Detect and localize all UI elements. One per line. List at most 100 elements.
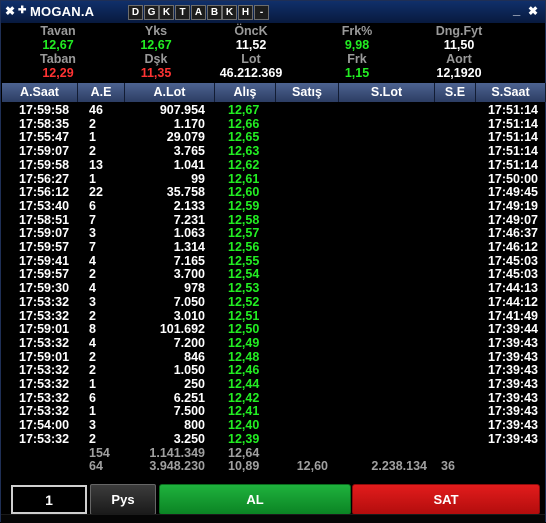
table-cell: 7.231	[173, 212, 205, 227]
window-close-icon[interactable]: ✖	[528, 4, 538, 18]
stat-value: 9,98	[344, 38, 370, 52]
stat-value: 12,67	[42, 38, 74, 52]
table-cell: 12,58	[228, 212, 260, 227]
close-icon[interactable]: ✖	[5, 4, 15, 18]
table-cell: 17:39:43	[487, 390, 538, 405]
table-cell: 17:56:12	[19, 185, 70, 200]
title-button-g-1[interactable]: G	[144, 5, 159, 20]
table-cell: 12,40	[228, 418, 260, 433]
table-cell: 3	[89, 294, 96, 309]
stat-label: Aort	[446, 52, 472, 66]
pin-icon[interactable]: ✚	[18, 4, 26, 18]
table-row[interactable]: 17:59:57 7 1.314 12,56 17:46:12	[1, 240, 545, 254]
table-cell: 17:39:44	[487, 322, 538, 337]
table-row[interactable]: 17:59:01 2 846 12,48 17:39:43	[1, 350, 545, 364]
title-button-t-3[interactable]: T	[175, 5, 190, 20]
table-cell: 17:51:14	[487, 130, 538, 145]
table-row[interactable]: 17:59:01 8 101.692 12,50 17:39:44	[1, 322, 545, 336]
column-header-7[interactable]: S.Saat	[476, 83, 546, 102]
table-cell: 17:54:00	[19, 418, 70, 433]
title-button-k-2[interactable]: K	[159, 5, 174, 20]
table-cell: 7	[89, 240, 96, 254]
table-cell: 154	[89, 445, 110, 460]
table-row[interactable]: 17:56:12 22 35.758 12,60 17:49:45	[1, 185, 545, 199]
table-row[interactable]: 17:59:07 2 3.765 12,63 17:51:14	[1, 144, 545, 158]
column-header-1[interactable]: A.E	[78, 83, 125, 102]
title-button-h-7[interactable]: H	[238, 5, 253, 20]
table-cell: 17:45:03	[487, 253, 538, 268]
table-row[interactable]: 17:54:00 3 800 12,40 17:39:43	[1, 418, 545, 432]
table-cell: 36	[441, 459, 455, 474]
table-cell: 17:59:30	[19, 281, 70, 296]
table-row[interactable]: 17:53:40 6 2.133 12,59 17:49:19	[1, 199, 545, 213]
summary-row[interactable]: 154 1.141.349 12,64	[1, 446, 545, 460]
table-row[interactable]: 17:59:07 3 1.063 12,57 17:46:37	[1, 226, 545, 240]
table-cell: 12,53	[228, 281, 260, 296]
table-cell: 17:53:32	[19, 308, 70, 323]
column-header-0[interactable]: A.Saat	[2, 83, 78, 102]
table-cell: 2.133	[173, 198, 205, 213]
column-header-3[interactable]: Alış	[215, 83, 276, 102]
table-row[interactable]: 17:55:47 1 29.079 12,65 17:51:14	[1, 130, 545, 144]
symbol-title: MOGAN.A	[30, 4, 95, 19]
table-cell: 3.948.230	[149, 459, 205, 474]
table-cell: 17:59:07	[19, 226, 70, 241]
table-row[interactable]: 17:59:58 46 907.954 12,67 17:51:14	[1, 103, 545, 117]
table-cell: 12,65	[228, 130, 260, 145]
column-header-4[interactable]: Satış	[276, 83, 339, 102]
table-cell: 17:51:14	[487, 157, 538, 172]
table-row[interactable]: 17:53:32 1 7.500 12,41 17:39:43	[1, 404, 545, 418]
table-cell: 22	[89, 185, 103, 200]
table-row[interactable]: 17:59:41 4 7.165 12,55 17:45:03	[1, 254, 545, 268]
minimize-icon[interactable]: _	[513, 2, 520, 17]
stat-label: ÖncK	[234, 24, 268, 38]
table-row[interactable]: 17:53:32 1 250 12,44 17:39:43	[1, 377, 545, 391]
column-header-5[interactable]: S.Lot	[339, 83, 435, 102]
stat-label: Yks	[144, 24, 168, 38]
table-row[interactable]: 17:59:58 13 1.041 12,62 17:51:14	[1, 158, 545, 172]
table-row[interactable]: 17:59:57 2 3.700 12,54 17:45:03	[1, 267, 545, 281]
table-cell: 17:51:14	[487, 116, 538, 131]
table-cell: 2	[89, 363, 96, 378]
sell-button[interactable]: SAT	[352, 484, 540, 515]
table-row[interactable]: 17:58:51 7 7.231 12,58 17:49:07	[1, 213, 545, 227]
table-row[interactable]: 17:53:32 2 1.050 12,46 17:39:43	[1, 363, 545, 377]
buy-button[interactable]: AL	[159, 484, 351, 515]
table-cell: 17:39:43	[487, 377, 538, 391]
column-header-2[interactable]: A.Lot	[125, 83, 215, 102]
table-row[interactable]: 17:59:30 4 978 12,53 17:44:13	[1, 281, 545, 295]
table-cell: 7.050	[173, 294, 205, 309]
table-cell: 17:59:57	[19, 267, 70, 282]
stat-value: 11,50	[443, 38, 475, 52]
table-cell: 4	[89, 281, 96, 296]
table-cell: 3.765	[173, 144, 205, 159]
table-row[interactable]: 17:53:32 4 7.200 12,49 17:39:43	[1, 336, 545, 350]
table-cell: 12,60	[228, 185, 260, 200]
table-row[interactable]: 17:58:35 2 1.170 12,66 17:51:14	[1, 117, 545, 131]
stat-value: 46.212.369	[219, 66, 283, 80]
title-button-a-4[interactable]: A	[191, 5, 206, 20]
title-button-b-5[interactable]: B	[207, 5, 222, 20]
table-row[interactable]: 17:53:32 2 3.010 12,51 17:41:49	[1, 309, 545, 323]
table-cell: 6	[89, 198, 96, 213]
stat-label: Frk	[347, 52, 367, 66]
table-cell: 978	[184, 281, 205, 296]
title-button-k-6[interactable]: K	[222, 5, 237, 20]
table-cell: 12,64	[228, 445, 260, 460]
stat-label: Dng.Fyt	[435, 24, 483, 38]
pys-button[interactable]: Pys	[90, 484, 156, 515]
table-row[interactable]: 17:53:32 3 7.050 12,52 17:44:12	[1, 295, 545, 309]
table-cell: 35.758	[166, 185, 205, 200]
column-header-6[interactable]: S.E	[435, 83, 476, 102]
table-cell: 1.063	[173, 226, 205, 241]
title-button-d-0[interactable]: D	[128, 5, 143, 20]
title-button-dash-8[interactable]: -	[254, 5, 269, 20]
table-row[interactable]: 17:56:27 1 99 12,61 17:50:00	[1, 172, 545, 186]
table-cell: 17:53:32	[19, 363, 70, 378]
table-row[interactable]: 17:53:32 2 3.250 12,39 17:39:43	[1, 432, 545, 446]
title-bar: ✖ ✚ MOGAN.A DGKTABKH- _ ✖	[1, 1, 545, 23]
summary-row[interactable]: 64 3.948.230 10,89 12,60 2.238.134 36	[1, 459, 545, 473]
stat-value: 12,1920	[436, 66, 482, 80]
quantity-input[interactable]	[11, 485, 87, 514]
table-row[interactable]: 17:53:32 6 6.251 12,42 17:39:43	[1, 391, 545, 405]
